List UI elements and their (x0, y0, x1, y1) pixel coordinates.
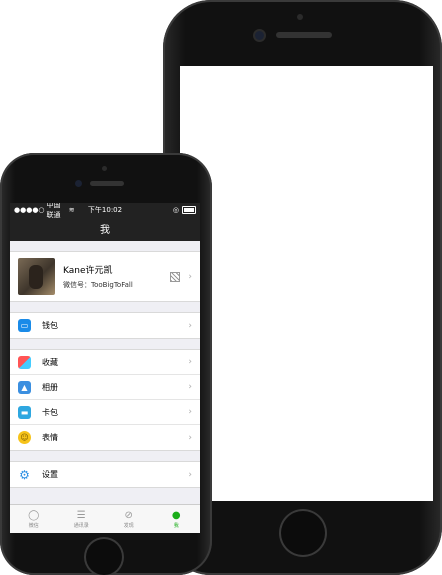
front-phone: ●●●●○ 中国联通 ≋ 下午10:02 ◎ 我 Kane许元凯 微信号：Too… (0, 153, 212, 575)
album-icon: ▲ (18, 380, 31, 394)
menu-item-label: 钱包 (42, 321, 58, 330)
status-right: ◎ (135, 205, 197, 214)
qr-code-icon[interactable] (170, 271, 181, 282)
sensor-dot (297, 14, 303, 20)
menu-item-label: 卡包 (42, 407, 58, 417)
cards-icon: ▬ (18, 405, 31, 419)
tab-label: 微信 (28, 522, 39, 529)
tab-me[interactable]: ● 我 (153, 505, 201, 533)
home-button[interactable] (86, 539, 122, 575)
nav-bar: 我 (10, 216, 200, 241)
menu-item-settings[interactable]: ⚙ 设置 › (10, 462, 200, 487)
tab-label: 通讯录 (73, 522, 89, 529)
tab-label: 发现 (123, 522, 134, 529)
carrier-label: 中国联通 (46, 203, 61, 219)
page-title: 我 (100, 225, 110, 236)
menu-item-cards[interactable]: ▬ 卡包 › (10, 400, 200, 425)
signal-icon: ●●●●○ (14, 205, 45, 214)
front-camera-icon (255, 31, 264, 40)
chevron-right-icon: › (188, 469, 192, 480)
collection-section: 收藏 › ▲ 相册 › ▬ 卡包 › ☺ 表情 › (10, 349, 200, 451)
status-left: ●●●●○ 中国联通 ≋ (14, 203, 75, 220)
profile-wechat-id: 微信号：TooBigToFall (63, 281, 133, 289)
menu-item-album[interactable]: ▲ 相册 › (10, 375, 200, 400)
smiley-icon: ☺ (18, 431, 31, 444)
tab-contacts[interactable]: ☰ 通讯录 (58, 505, 106, 533)
sensor-dot (102, 166, 107, 171)
menu-item-label: 收藏 (42, 357, 58, 367)
person-icon: ● (171, 509, 181, 521)
status-bar: ●●●●○ 中国联通 ≋ 下午10:02 ◎ (10, 203, 200, 219)
menu-item-favorites[interactable]: 收藏 › (10, 350, 200, 375)
profile-info: Kane许元凯 微信号：TooBigToFall (63, 263, 170, 290)
tab-chats[interactable]: ◯ 微信 (10, 505, 58, 533)
battery-icon (182, 205, 197, 214)
chevron-right-icon: › (188, 271, 192, 282)
favorites-icon (18, 355, 31, 369)
profile-row[interactable]: Kane许元凯 微信号：TooBigToFall › (10, 252, 200, 301)
home-button[interactable] (281, 511, 325, 555)
blank-screen (180, 66, 433, 501)
chevron-right-icon: › (188, 320, 192, 331)
gear-icon: ⚙ (19, 467, 30, 482)
profile-name: Kane许元凯 (63, 266, 113, 276)
compass-icon: ⊘ (124, 509, 133, 521)
avatar (18, 258, 55, 295)
tab-discover[interactable]: ⊘ 发现 (105, 505, 153, 533)
chevron-right-icon: › (188, 407, 192, 417)
speaker-grille (276, 32, 332, 38)
chat-bubble-icon: ◯ (28, 509, 40, 521)
profile-section: Kane许元凯 微信号：TooBigToFall › (10, 251, 200, 302)
settings-section: ⚙ 设置 › (10, 461, 200, 488)
chevron-right-icon: › (188, 432, 192, 443)
lock-rotation-icon: ◎ (172, 205, 180, 214)
menu-item-label: 表情 (42, 433, 58, 442)
tab-bar: ◯ 微信 ☰ 通讯录 ⊘ 发现 ● 我 (10, 504, 200, 533)
menu-item-label: 相册 (42, 382, 58, 392)
menu-item-stickers[interactable]: ☺ 表情 › (10, 425, 200, 450)
wallet-section: ▭ 钱包 › (10, 312, 200, 339)
tab-label: 我 (173, 522, 179, 529)
front-camera-icon (75, 180, 82, 187)
wechat-me-screen: ●●●●○ 中国联通 ≋ 下午10:02 ◎ 我 Kane许元凯 微信号：Too… (10, 203, 200, 533)
chevron-right-icon: › (188, 382, 192, 392)
menu-item-label: 设置 (42, 470, 58, 479)
contacts-icon: ☰ (76, 509, 86, 521)
status-time: 下午10:02 (87, 205, 123, 214)
chevron-right-icon: › (188, 357, 192, 367)
menu-item-wallet[interactable]: ▭ 钱包 › (10, 313, 200, 338)
speaker-grille (90, 181, 124, 186)
wallet-icon: ▭ (18, 319, 31, 332)
